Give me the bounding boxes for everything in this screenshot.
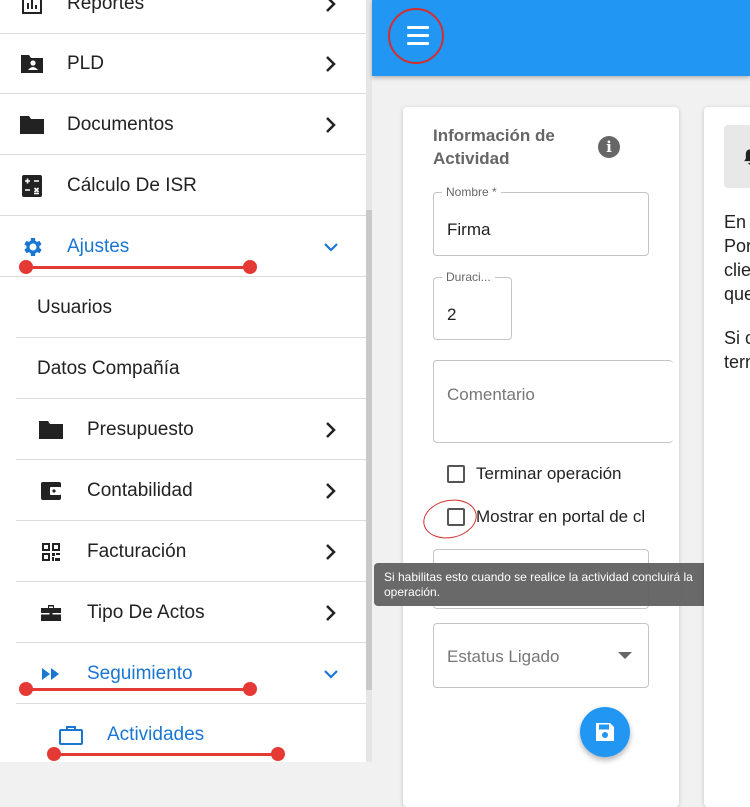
activity-card: Información de Actividad i Nombre * Firm… — [403, 107, 679, 807]
sidebar-item-label: Presupuesto — [87, 419, 194, 440]
briefcase-icon — [41, 605, 61, 621]
annotation-dot — [243, 260, 257, 274]
annotation-dot — [47, 747, 61, 761]
info-text-line: Por — [724, 236, 750, 256]
info-text-line: clie — [724, 260, 750, 280]
top-app-bar — [372, 0, 750, 76]
card-title: Información de Actividad — [433, 126, 555, 168]
wallet-icon — [41, 482, 61, 500]
save-button[interactable] — [580, 707, 630, 757]
name-label: Nombre * — [442, 185, 501, 199]
dropdown-arrow-icon — [618, 652, 632, 659]
comment-field[interactable]: Comentario — [433, 360, 673, 443]
info-card: En Por clie que Si c tern — [704, 107, 750, 807]
finish-operation-checkbox[interactable] — [447, 465, 465, 483]
sidebar-item-datos-compania[interactable]: Datos Compañía — [16, 339, 366, 399]
annotation-dot — [243, 682, 257, 696]
sidebar-item-label: PLD — [67, 53, 104, 74]
menu-icon — [407, 26, 429, 29]
sidebar-item-facturacion[interactable]: Facturación — [16, 522, 366, 582]
briefcase-outline-icon — [59, 726, 83, 745]
show-portal-checkbox[interactable] — [447, 508, 465, 526]
info-text-line: En — [724, 212, 747, 232]
bar-chart-icon — [22, 0, 42, 14]
annotation-dot — [271, 747, 285, 761]
sidebar-item-calculo-isr[interactable]: Cálculo De ISR — [0, 156, 366, 216]
calculator-icon — [22, 175, 42, 197]
sidebar-item-presupuesto[interactable]: Presupuesto — [16, 400, 366, 460]
info-text-line: tern — [724, 352, 750, 372]
chevron-down-icon — [324, 243, 338, 252]
annotation-line — [54, 753, 278, 756]
duration-field[interactable]: Duraci... 2 — [433, 270, 512, 340]
sidebar-item-label: Facturación — [87, 541, 187, 562]
sidebar-item-label: Documentos — [67, 114, 174, 135]
sidebar-item-pld[interactable]: PLD — [0, 34, 366, 94]
menu-button[interactable] — [388, 8, 444, 64]
duration-label: Duraci... — [442, 270, 495, 284]
annotation-line — [26, 266, 250, 269]
sidebar-item-label: Cálculo De ISR — [67, 175, 197, 196]
scrollbar-thumb[interactable] — [366, 210, 372, 690]
fast-forward-icon — [42, 668, 59, 680]
annotation-dot — [19, 682, 33, 696]
name-field[interactable]: Nombre * Firma — [433, 185, 649, 256]
sidebar-item-seguimiento[interactable]: Seguimiento — [16, 644, 366, 704]
show-portal-label: Mostrar en portal de cl — [476, 507, 646, 526]
sidebar-item-label: Tipo De Actos — [87, 602, 205, 623]
status-select[interactable]: Estatus Ligado — [433, 623, 649, 688]
folder-account-icon — [21, 55, 43, 73]
duration-value: 2 — [447, 305, 457, 324]
folder-icon — [20, 116, 44, 134]
sidebar-item-label: Seguimiento — [87, 663, 193, 684]
sidebar-item-label: Usuarios — [37, 297, 112, 318]
annotation-line — [26, 688, 250, 691]
comment-placeholder: Comentario — [447, 385, 535, 404]
chevron-right-icon — [326, 117, 336, 133]
sidebar-item-reportes[interactable]: Reportes — [0, 0, 366, 34]
save-icon — [596, 723, 614, 741]
chevron-right-icon — [326, 605, 336, 621]
info-icon[interactable]: i — [598, 136, 620, 158]
chevron-right-icon — [326, 422, 336, 438]
chevron-right-icon — [326, 0, 336, 12]
status-placeholder: Estatus Ligado — [447, 647, 560, 666]
sidebar-item-contabilidad[interactable]: Contabilidad — [16, 461, 366, 521]
chevron-right-icon — [326, 483, 336, 499]
sidebar-item-label: Datos Compañía — [37, 358, 180, 379]
avatar — [724, 125, 750, 188]
tooltip: Si habilitas esto cuando se realice la a… — [374, 563, 708, 606]
chevron-down-icon — [324, 670, 338, 679]
sidebar-scrollbar[interactable] — [366, 0, 372, 762]
chevron-right-icon — [326, 544, 336, 560]
name-value: Firma — [447, 220, 491, 239]
sidebar: Reportes PLD Documentos Cálculo De ISR A… — [0, 0, 366, 762]
sidebar-item-label: Reportes — [67, 0, 145, 14]
gear-icon — [24, 238, 42, 256]
chevron-right-icon — [326, 56, 336, 72]
sidebar-item-label: Contabilidad — [87, 480, 193, 501]
sidebar-item-usuarios[interactable]: Usuarios — [16, 278, 366, 338]
qr-code-icon — [42, 543, 60, 561]
bell-icon — [744, 149, 750, 165]
sidebar-item-tipo-actos[interactable]: Tipo De Actos — [16, 583, 366, 643]
info-text-line: Si c — [724, 328, 750, 348]
folder-icon — [39, 421, 63, 439]
sidebar-item-documentos[interactable]: Documentos — [0, 95, 366, 155]
finish-operation-label: Terminar operación — [476, 464, 622, 483]
annotation-dot — [19, 260, 33, 274]
info-text-line: que — [724, 284, 750, 304]
